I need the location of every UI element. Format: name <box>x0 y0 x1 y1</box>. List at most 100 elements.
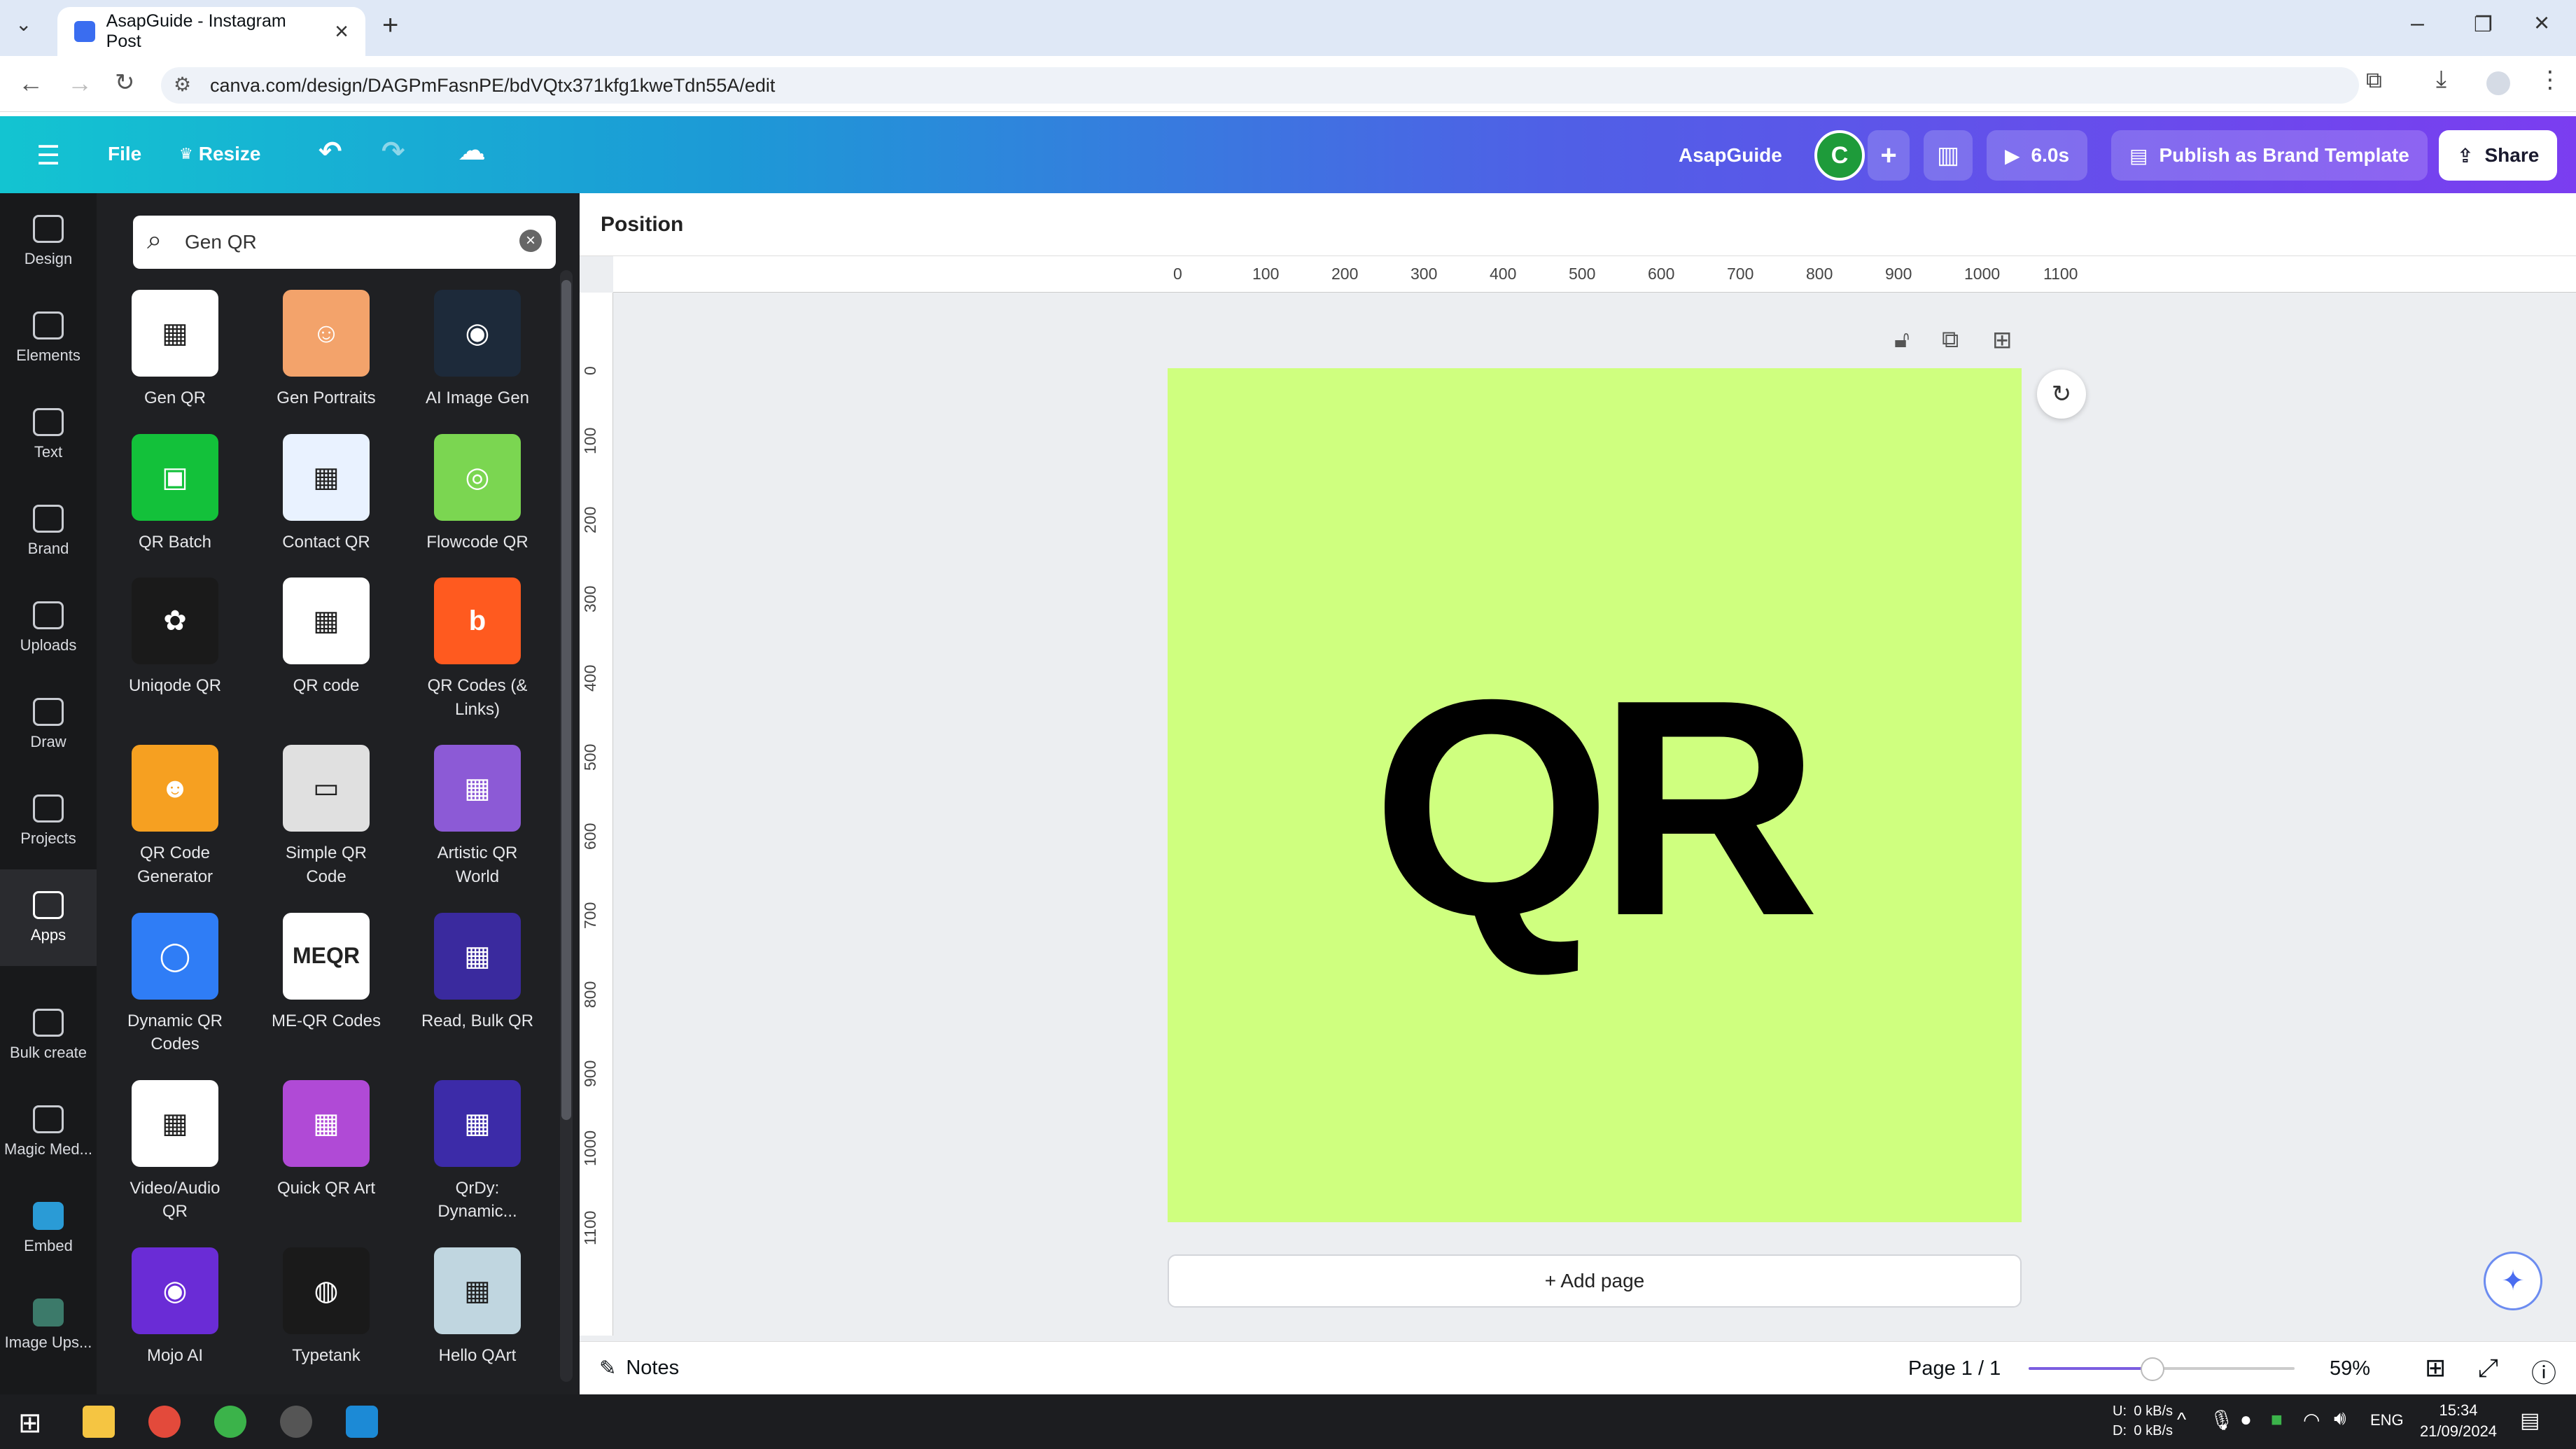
insights-chart-icon[interactable]: ▥ <box>1924 130 1973 181</box>
downloads-icon[interactable]: ⤓ <box>2436 66 2446 93</box>
comment-add-icon[interactable]: ↻ <box>2037 370 2086 419</box>
app-tile[interactable]: ◯ Dynamic QR Codes <box>105 912 245 1056</box>
restore-icon[interactable]: ❐ <box>2474 13 2493 37</box>
app-tile[interactable]: ▦ Read, Bulk QR <box>407 912 547 1056</box>
lock-icon[interactable]: 🔓︎ <box>1894 326 1910 354</box>
app-tile[interactable]: ◍ Typetank <box>256 1247 396 1368</box>
forward-icon[interactable]: → <box>67 69 92 98</box>
back-icon[interactable]: ← <box>18 69 43 98</box>
user-avatar[interactable]: C <box>1814 130 1865 181</box>
profile-avatar[interactable] <box>2486 71 2510 95</box>
cloud-save-icon[interactable]: ☁ <box>458 134 486 167</box>
rail-item-draw[interactable]: Draw <box>0 676 97 773</box>
publish-brand-template-button[interactable]: ▤ Publish as Brand Template <box>2111 130 2428 181</box>
resize-button[interactable]: ♛ Resize <box>179 143 260 165</box>
app-tile[interactable]: ✿ Uniqode QR <box>105 578 245 721</box>
rail-item-uploads[interactable]: Uploads <box>0 580 97 676</box>
add-page-icon[interactable]: ⊞ <box>1992 326 2012 354</box>
rail-item-image-upscaler[interactable]: Image Ups... <box>0 1277 97 1373</box>
help-icon[interactable]: ⓘ <box>2531 1353 2556 1390</box>
minimize-icon[interactable]: – <box>2411 10 2424 37</box>
chrome-icon[interactable] <box>148 1406 181 1438</box>
redo-icon[interactable]: ↷ <box>382 136 405 168</box>
share-button[interactable]: ⇪ Share <box>2439 130 2558 181</box>
page-qr-text[interactable]: QR <box>1372 654 1820 962</box>
volume-icon[interactable]: 🔊︎ <box>2334 1407 2346 1430</box>
add-page-button[interactable]: + Add page <box>1168 1254 2022 1308</box>
new-tab-icon[interactable]: + <box>382 10 398 41</box>
url-field[interactable]: ⚙ canva.com/design/DAGPmFasnPE/bdVQtx371… <box>161 67 2359 104</box>
hamburger-menu-icon[interactable]: ☰ <box>36 140 60 172</box>
app-tile[interactable]: ▦ Quick QR Art <box>256 1079 396 1224</box>
reload-icon[interactable]: ↻ <box>115 69 135 97</box>
app-tile[interactable]: ▣ QR Batch <box>105 433 245 554</box>
clock[interactable]: 15:34 21/09/2024 <box>2416 1400 2500 1442</box>
rail-item-embed[interactable]: Embed <box>0 1180 97 1277</box>
duration-label: 6.0s <box>2031 144 2070 166</box>
app-tile[interactable]: ☻ QR Code Generator <box>105 745 245 888</box>
app-label: Simple QR Code <box>285 844 368 886</box>
undo-icon[interactable]: ↶ <box>318 136 342 168</box>
app-tile[interactable]: ▦ Artistic QR World <box>407 745 547 888</box>
window-close-icon[interactable]: × <box>2534 8 2549 38</box>
app-tile[interactable]: b QR Codes (& Links) <box>407 578 547 721</box>
app-tile[interactable]: ◉ Mojo AI <box>105 1247 245 1368</box>
rail-item-text[interactable]: Text <box>0 386 97 483</box>
app-icon: ▣ <box>132 433 218 521</box>
page-indicator[interactable]: Page 1 / 1 <box>1908 1357 2001 1380</box>
zoom-slider-handle[interactable] <box>2141 1357 2164 1381</box>
tray-chevron-icon[interactable]: ^ <box>2177 1408 2186 1431</box>
tab-close-icon[interactable]: × <box>335 18 349 46</box>
language-indicator[interactable]: ENG <box>2370 1411 2404 1429</box>
app-tile[interactable]: ▦ Hello QArt <box>407 1247 547 1368</box>
notes-icon: ✎ <box>599 1357 617 1380</box>
app-tile[interactable]: ◎ Flowcode QR <box>407 433 547 554</box>
rail-item-brand[interactable]: Brand <box>0 483 97 580</box>
app-tile[interactable]: ▦ Contact QR <box>256 433 396 554</box>
present-button[interactable]: ▶ 6.0s <box>1987 130 2088 181</box>
fullscreen-icon[interactable]: ⤢ <box>2478 1353 2498 1383</box>
notes-button[interactable]: ✎ Notes <box>599 1356 679 1380</box>
rail-item-design[interactable]: Design <box>0 193 97 290</box>
clear-search-icon[interactable]: × <box>519 230 542 252</box>
site-info-icon[interactable]: ⚙ <box>174 73 191 96</box>
position-button[interactable]: Position <box>601 213 683 237</box>
obs-icon[interactable] <box>280 1406 312 1438</box>
app-tile[interactable]: MEQR ME-QR Codes <box>256 912 396 1056</box>
browser-menu-icon[interactable]: ⋮ <box>2538 66 2562 94</box>
rail-item-elements[interactable]: Elements <box>0 290 97 386</box>
mic-icon[interactable]: 🎙︎ <box>2209 1408 2234 1432</box>
invite-plus-button[interactable]: + <box>1868 130 1910 181</box>
tray-app-icon[interactable]: ● <box>2240 1408 2252 1431</box>
tab-list-chevron-icon[interactable]: ⌄ <box>15 13 31 36</box>
rail-item-apps[interactable]: Apps <box>0 869 97 966</box>
wifi-icon[interactable]: ◠ <box>2303 1408 2320 1432</box>
app-tile[interactable]: ▦ QrDy: Dynamic... <box>407 1079 547 1224</box>
app-tile[interactable]: ▦ Gen QR <box>105 290 245 410</box>
notifications-icon[interactable]: ▤ <box>2520 1408 2540 1433</box>
rail-item-magic-media[interactable]: Magic Med... <box>0 1084 97 1180</box>
app-tile[interactable]: ☺ Gen Portraits <box>256 290 396 410</box>
apps-search-input[interactable]: ⌕ Gen QR × <box>133 216 556 269</box>
app-tile[interactable]: ▭ Simple QR Code <box>256 745 396 888</box>
rail-item-projects[interactable]: Projects <box>0 773 97 869</box>
zoom-level[interactable]: 59% <box>2330 1357 2370 1380</box>
horizontal-ruler: 0 100 200 300 400 500 600 700 800 900 1000 1100 <box>613 256 2576 293</box>
magic-assistant-icon[interactable]: ✦ <box>2484 1252 2542 1310</box>
chrome-active-icon[interactable] <box>214 1406 246 1438</box>
file-explorer-icon[interactable] <box>83 1406 115 1438</box>
extensions-icon[interactable]: ⧉ <box>2366 67 2382 94</box>
app-tile[interactable]: ▦ QR code <box>256 578 396 721</box>
app-tile[interactable]: ◉ AI Image Gen <box>407 290 547 410</box>
grid-view-icon[interactable]: ⊞ <box>2425 1353 2446 1382</box>
windows-start-icon[interactable]: ⊞ <box>18 1407 42 1439</box>
browser-tab[interactable]: AsapGuide - Instagram Post × <box>57 7 365 56</box>
app-label: Video/Audio QR <box>130 1178 220 1222</box>
rail-item-bulk-create[interactable]: Bulk create <box>0 987 97 1084</box>
file-menu[interactable]: File <box>108 143 141 165</box>
app-tile[interactable]: ▦ Video/Audio QR <box>105 1079 245 1224</box>
duplicate-page-icon[interactable]: ⧉ <box>1942 326 1959 354</box>
tray-green-icon[interactable]: ■ <box>2271 1408 2283 1431</box>
app-taskbar-icon[interactable] <box>346 1406 378 1438</box>
panel-scroll-thumb[interactable] <box>561 280 571 1120</box>
